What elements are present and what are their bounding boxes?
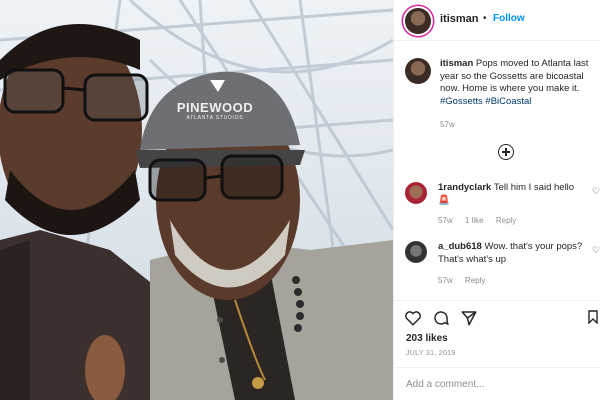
comment-like-heart-icon[interactable]: ♡ [592,245,600,256]
caption-avatar[interactable] [405,58,431,84]
comment-icon[interactable] [432,309,450,327]
cap-logo-line-1: PINEWOOD [176,100,254,115]
cap-logo-line-2: ATLANTA STUDIOS [186,115,244,121]
post-side-panel: itisman • Follow itisman Pops moved to A… [393,0,600,400]
cap-logo-text: PINEWOOD ATLANTA STUDIOS [160,100,270,121]
comment-item: a_dub618 Wow. that's your pops? That's w… [438,241,588,266]
post-header: itisman • Follow [394,0,600,41]
bookmark-icon[interactable] [588,310,598,324]
comment-avatar[interactable] [405,182,427,204]
comment-reply-button[interactable]: Reply [465,276,485,285]
post-caption: itisman Pops moved to Atlanta last year … [440,58,598,108]
hashtag-gossetts[interactable]: #Gossetts [440,96,483,107]
caption-time: 57w [440,120,455,129]
post-photo[interactable]: PINEWOOD ATLANTA STUDIOS [0,0,393,400]
add-comment-field[interactable]: Add a comment... [394,367,600,401]
comment-text: Tell him I said hello [493,182,575,193]
follow-button[interactable]: Follow [493,13,525,24]
add-comment-placeholder: Add a comment... [406,379,485,390]
share-icon[interactable] [460,309,478,327]
hashtag-bicoastal[interactable]: #BiCoastal [485,96,531,107]
plus-circle-icon[interactable] [498,144,514,160]
likes-count[interactable]: 203 likes [406,333,448,344]
header-username[interactable]: itisman [440,13,479,25]
comment-emoji: 🚨 [438,194,450,206]
comment-username[interactable]: a_dub618 [438,241,482,252]
comment-like-heart-icon[interactable]: ♡ [592,186,600,197]
comment-reply-button[interactable]: Reply [496,216,516,225]
comment-likes[interactable]: 1 like [465,216,484,225]
comment-item: 1randyclark Tell him I said hello 🚨 [438,182,588,207]
selfie-photo [0,0,393,400]
heart-icon[interactable] [404,309,422,327]
caption-username[interactable]: itisman [440,58,473,69]
post-actions [394,300,600,326]
comment-time: 57w [438,216,453,225]
comment-username[interactable]: 1randyclark [438,182,491,193]
comment-time: 57w [438,276,453,285]
user-avatar[interactable] [405,8,431,34]
post-date: JULY 31, 2019 [406,350,456,357]
comment-avatar[interactable] [405,241,427,263]
comment-meta: 57w Reply [438,276,495,285]
header-separator: • [483,13,487,24]
comment-meta: 57w 1 like Reply [438,216,526,225]
